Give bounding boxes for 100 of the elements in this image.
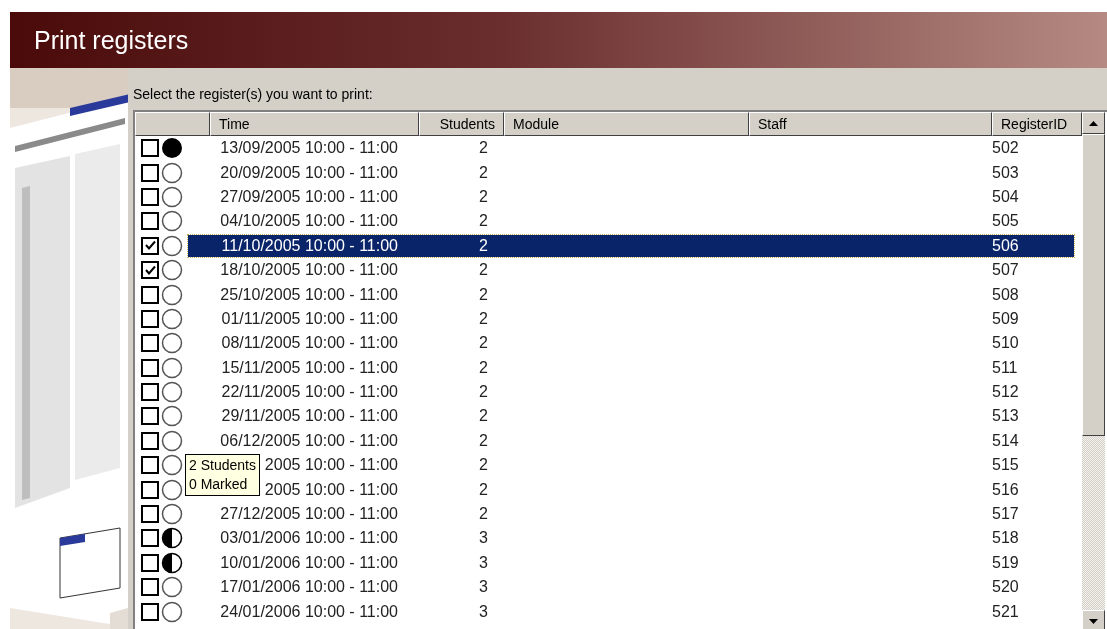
instruction-text: Select the register(s) you want to print: — [133, 86, 374, 102]
table-cell: 502 — [992, 139, 1019, 157]
table-row[interactable]: 03/01/2006 10:00 - 11:00 3 518 — [188, 527, 1074, 550]
table-cell: 01/11/2005 10:00 - 11:00 — [221, 309, 398, 328]
checkbox[interactable] — [141, 505, 159, 524]
table-cell: 11/10/2005 10:00 - 11:00 — [221, 236, 398, 255]
table-row[interactable]: 18/10/2005 10:00 - 11:00 2 507 — [188, 259, 1074, 282]
table-cell: 04/10/2005 10:00 - 11:00 — [220, 212, 398, 231]
table-row[interactable]: 29/11/2005 10:00 - 11:00 2 513 — [188, 405, 1074, 428]
checkbox[interactable] — [141, 261, 159, 280]
up-arrow-icon — [1089, 120, 1098, 126]
table-cell: 504 — [992, 187, 1019, 205]
table-cell: 2 — [479, 505, 488, 523]
window-title: Print registers — [34, 25, 189, 55]
table-cell: 511 — [992, 358, 1018, 376]
table-cell: 2 — [479, 285, 488, 303]
scrollbar[interactable] — [1082, 112, 1105, 629]
tooltip-text: 0 Marked — [189, 475, 249, 494]
checkbox[interactable] — [141, 431, 159, 450]
table-cell: 2 — [479, 431, 488, 449]
checkbox[interactable] — [141, 407, 159, 426]
table-cell: 3 — [479, 578, 488, 596]
table-cell: 2 — [479, 407, 488, 425]
checkbox[interactable] — [141, 456, 159, 475]
column-header[interactable]: Module — [504, 112, 749, 136]
table-cell: 514 — [992, 431, 1019, 449]
checkbox[interactable] — [141, 163, 159, 182]
scroll-down-button[interactable] — [1082, 610, 1105, 629]
checkbox[interactable] — [141, 480, 159, 499]
tooltip-text: 2 Students — [189, 456, 256, 475]
table-cell: 2 — [479, 236, 488, 254]
checkbox[interactable] — [141, 236, 159, 255]
table-row[interactable]: 22/11/2005 10:00 - 11:00 2 512 — [188, 381, 1074, 404]
table-cell: 521 — [992, 602, 1019, 620]
table-cell: 2005 10:00 - 11:00 — [264, 480, 398, 499]
table-row[interactable]: 25/10/2005 10:00 - 11:00 2 508 — [188, 283, 1074, 306]
table-cell: 506 — [992, 236, 1019, 254]
checkbox[interactable] — [141, 139, 159, 158]
table-cell: 2 — [479, 309, 488, 327]
table-cell: 2 — [479, 139, 488, 157]
table-cell: 507 — [992, 261, 1019, 279]
checkbox[interactable] — [141, 334, 159, 353]
table-cell: 2 — [479, 383, 488, 401]
column-header[interactable]: Staff — [749, 112, 992, 136]
column-header[interactable]: Students — [419, 112, 504, 136]
checkbox[interactable] — [141, 285, 159, 304]
table-cell: 517 — [992, 505, 1019, 523]
table-row[interactable]: 08/11/2005 10:00 - 11:00 2 510 — [188, 332, 1074, 355]
checkbox[interactable] — [141, 529, 159, 548]
table-cell: 512 — [992, 383, 1019, 401]
checkbox[interactable] — [141, 212, 159, 231]
table-cell: 06/12/2005 10:00 - 11:00 — [220, 431, 398, 450]
table-cell: 18/10/2005 10:00 - 11:00 — [220, 261, 398, 280]
table-cell: 516 — [992, 480, 1019, 498]
table-row[interactable]: 13/09/2005 10:00 - 11:00 2 502 — [188, 137, 1074, 160]
table-cell: 17/01/2006 10:00 - 11:00 — [220, 578, 398, 597]
checkbox[interactable] — [141, 553, 159, 572]
table-cell: 2 — [479, 261, 488, 279]
checkbox[interactable] — [141, 309, 159, 328]
table-cell: 27/09/2005 10:00 - 11:00 — [220, 187, 398, 206]
checkbox[interactable] — [141, 187, 159, 206]
checkbox[interactable] — [141, 383, 159, 402]
table-cell: 24/01/2006 10:00 - 11:00 — [220, 602, 398, 621]
table-cell: 503 — [992, 163, 1019, 181]
column-header[interactable]: Time — [210, 112, 419, 136]
table-cell: 20/09/2005 10:00 - 11:00 — [220, 163, 398, 182]
table-row[interactable]: 15/11/2005 10:00 - 11:00 2 511 — [188, 356, 1074, 379]
table-row[interactable]: 20/09/2005 10:00 - 11:00 2 503 — [188, 161, 1074, 184]
table-row[interactable]: 04/10/2005 10:00 - 11:00 2 505 — [188, 210, 1074, 233]
column-header[interactable] — [135, 112, 210, 136]
table-cell: 2 — [479, 480, 488, 498]
table-row[interactable]: 10/01/2006 10:00 - 11:00 3 519 — [188, 551, 1074, 574]
checkbox[interactable] — [141, 602, 159, 621]
down-arrow-icon — [1089, 618, 1098, 624]
table-row[interactable]: 27/12/2005 10:00 - 11:00 2 517 — [188, 503, 1074, 526]
checkbox[interactable] — [141, 358, 159, 377]
table-cell: 2 — [479, 212, 488, 230]
checkbox[interactable] — [141, 578, 159, 597]
table-row[interactable]: 17/01/2006 10:00 - 11:00 3 520 — [188, 576, 1074, 599]
table-row[interactable]: 11/10/2005 10:00 - 11:00 2 506 — [188, 234, 1074, 257]
table-cell: 3 — [479, 602, 488, 620]
table-cell: 510 — [992, 334, 1019, 352]
table-cell: 2 — [479, 187, 488, 205]
column-header[interactable]: RegisterID — [992, 112, 1082, 136]
table-row[interactable]: 06/12/2005 10:00 - 11:00 2 514 — [188, 429, 1074, 452]
table-row[interactable]: 24/01/2006 10:00 - 11:00 3 521 — [188, 600, 1074, 623]
table-cell: 2 — [479, 358, 488, 376]
scroll-up-button[interactable] — [1082, 112, 1105, 134]
table-cell: 10/01/2006 10:00 - 11:00 — [220, 553, 398, 572]
table-cell: 519 — [992, 553, 1019, 571]
table-cell: 2005 10:00 - 11:00 — [264, 456, 398, 475]
table-row[interactable]: 27/09/2005 10:00 - 11:00 2 504 — [188, 185, 1074, 208]
table-cell: 2 — [479, 456, 488, 474]
table-row[interactable]: 01/11/2005 10:00 - 11:00 2 509 — [188, 307, 1074, 330]
table-cell: 3 — [479, 529, 488, 547]
table-cell: 508 — [992, 285, 1019, 303]
table-cell: 08/11/2005 10:00 - 11:00 — [221, 334, 398, 353]
table-cell: 518 — [992, 529, 1019, 547]
table-cell: 2 — [479, 334, 488, 352]
table-cell: 03/01/2006 10:00 - 11:00 — [220, 529, 398, 548]
